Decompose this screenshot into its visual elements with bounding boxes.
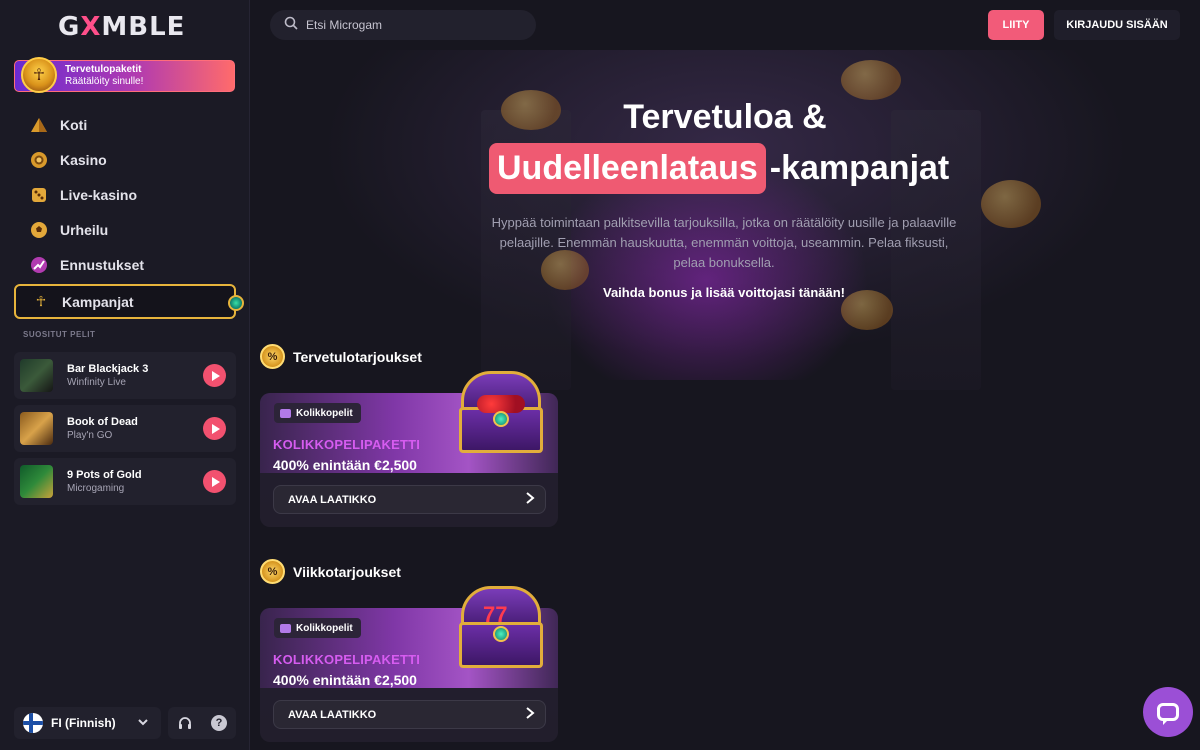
logo-text-post: MBLE (101, 12, 186, 42)
login-button[interactable]: KIRJAUDU SISÄÄN (1054, 10, 1180, 40)
hero-description: Hyppää toimintaan palkitsevilla tarjouks… (491, 215, 957, 270)
chevron-right-icon (525, 491, 535, 508)
promo-title: Tervetulopaketit (65, 64, 142, 75)
logo-text-pre: G (58, 12, 81, 42)
game-title: Bar Blackjack 3 (67, 363, 149, 375)
play-icon[interactable] (203, 364, 226, 387)
section-title: Tervetulotarjoukset (293, 348, 422, 365)
search-input[interactable] (306, 18, 516, 32)
active-indicator-icon (228, 295, 244, 311)
game-thumbnail (20, 359, 53, 392)
pharaoh-icon: ☥ (21, 57, 57, 93)
coin-decoration (981, 180, 1041, 228)
game-title: 9 Pots of Gold (67, 469, 142, 481)
hero-title-line2: Uudelleenlataus -kampanjat (489, 143, 949, 194)
nav-item-live-casino[interactable]: Live-kasino (14, 177, 236, 212)
promo-subtitle: Räätälöity sinulle! (65, 76, 144, 87)
game-thumbnail (20, 412, 53, 445)
treasure-chest-icon (455, 371, 547, 455)
logo-text-x: X (80, 12, 102, 42)
button-label: AVAA LAATIKKO (288, 708, 377, 721)
tag-label: Kolikkopelit (296, 407, 353, 419)
game-thumbnail (20, 465, 53, 498)
nav-item-casino[interactable]: Kasino (14, 142, 236, 177)
list-item[interactable]: Book of Dead Play'n GO (14, 405, 236, 452)
game-title: Book of Dead (67, 416, 138, 428)
ankh-icon: ☥ (35, 293, 47, 309)
game-provider: Winfinity Live (67, 377, 126, 388)
search-icon (284, 16, 298, 35)
nav-item-sports[interactable]: Urheilu (14, 212, 236, 247)
chip-icon (30, 151, 48, 169)
chevron-right-icon (525, 706, 535, 723)
hero-title-highlight: Uudelleenlataus (489, 143, 766, 194)
gxmble-logo[interactable]: GXMBLE (58, 12, 185, 42)
offer-kicker: KOLIKKOPELIPAKETTI (273, 652, 421, 667)
dice-icon (30, 186, 48, 204)
offer-card[interactable]: Kolikkopelit KOLIKKOPELIPAKETTI 400% eni… (260, 371, 558, 527)
hero-cta-text: Vaihda bonus ja lisää voittojasi tänään! (602, 285, 845, 300)
chevron-down-icon (137, 716, 149, 731)
chart-up-icon (30, 256, 48, 274)
nav-item-label: Kampanjat (62, 293, 134, 310)
headset-icon[interactable] (168, 707, 202, 739)
live-chat-button[interactable] (1143, 687, 1193, 737)
support-buttons: ? (168, 707, 236, 739)
category-tag: Kolikkopelit (274, 618, 361, 638)
offer-value: 400% enintään €2,500 (273, 672, 417, 688)
percent-icon: % (260, 559, 285, 584)
welcome-promo-banner[interactable]: ☥ Tervetulopaketit Räätälöity sinulle! (14, 57, 235, 93)
button-label: AVAA LAATIKKO (288, 493, 377, 506)
hero-title: Tervetuloa & (623, 98, 827, 136)
section-title: Viikkotarjoukset (293, 563, 401, 580)
nav-item-label: Kasino (60, 151, 107, 168)
ball-icon (30, 221, 48, 239)
weekly-offers-heading: % Viikkotarjoukset (260, 559, 401, 584)
nav-item-label: Ennustukset (60, 256, 145, 273)
treasure-chest-icon: 77 (455, 586, 547, 670)
play-icon[interactable] (203, 470, 226, 493)
language-selector[interactable]: FI (Finnish) (14, 707, 161, 739)
list-item[interactable]: Bar Blackjack 3 Winfinity Live (14, 352, 236, 399)
help-icon[interactable]: ? (202, 707, 236, 739)
category-tag: Kolikkopelit (274, 403, 361, 423)
list-item[interactable]: 9 Pots of Gold Microgaming (14, 458, 236, 505)
open-box-button[interactable]: AVAA LAATIKKO (273, 700, 546, 729)
hero-title-rest: -kampanjat (769, 149, 950, 187)
percent-icon: % (260, 344, 285, 369)
game-provider: Microgaming (67, 483, 125, 494)
popular-games-list: Bar Blackjack 3 Winfinity Live Book of D… (14, 352, 236, 511)
search-bar[interactable] (270, 10, 536, 40)
play-icon[interactable] (203, 417, 226, 440)
offer-value: 400% enintään €2,500 (273, 457, 417, 473)
coin-decoration (841, 60, 901, 100)
offer-card[interactable]: Kolikkopelit 77 KOLIKKOPELIPAKETTI 400% … (260, 586, 558, 742)
welcome-offers-heading: % Tervetulotarjoukset (260, 344, 422, 369)
nav-item-label: Live-kasino (60, 186, 138, 203)
nav-item-promotions[interactable]: ☥ Kampanjat (14, 284, 244, 319)
nav-item-label: Urheilu (60, 221, 109, 238)
tag-label: Kolikkopelit (296, 622, 353, 634)
game-provider: Play'n GO (67, 430, 113, 441)
chat-icon (1157, 703, 1179, 725)
language-label: FI (Finnish) (51, 716, 116, 730)
nav-item-predictions[interactable]: Ennustukset (14, 247, 236, 282)
join-button[interactable]: LIITY (988, 10, 1044, 40)
main-nav: Koti Kasino Live-kasino Urheilu Ennustuk… (14, 107, 244, 319)
offer-kicker: KOLIKKOPELIPAKETTI (273, 437, 421, 452)
popular-games-heading: SUOSITUT PELIT (23, 330, 96, 339)
slot-machine-icon (280, 408, 291, 418)
slot-machine-icon (280, 623, 291, 633)
finland-flag-icon (23, 713, 43, 733)
open-box-button[interactable]: AVAA LAATIKKO (273, 485, 546, 514)
